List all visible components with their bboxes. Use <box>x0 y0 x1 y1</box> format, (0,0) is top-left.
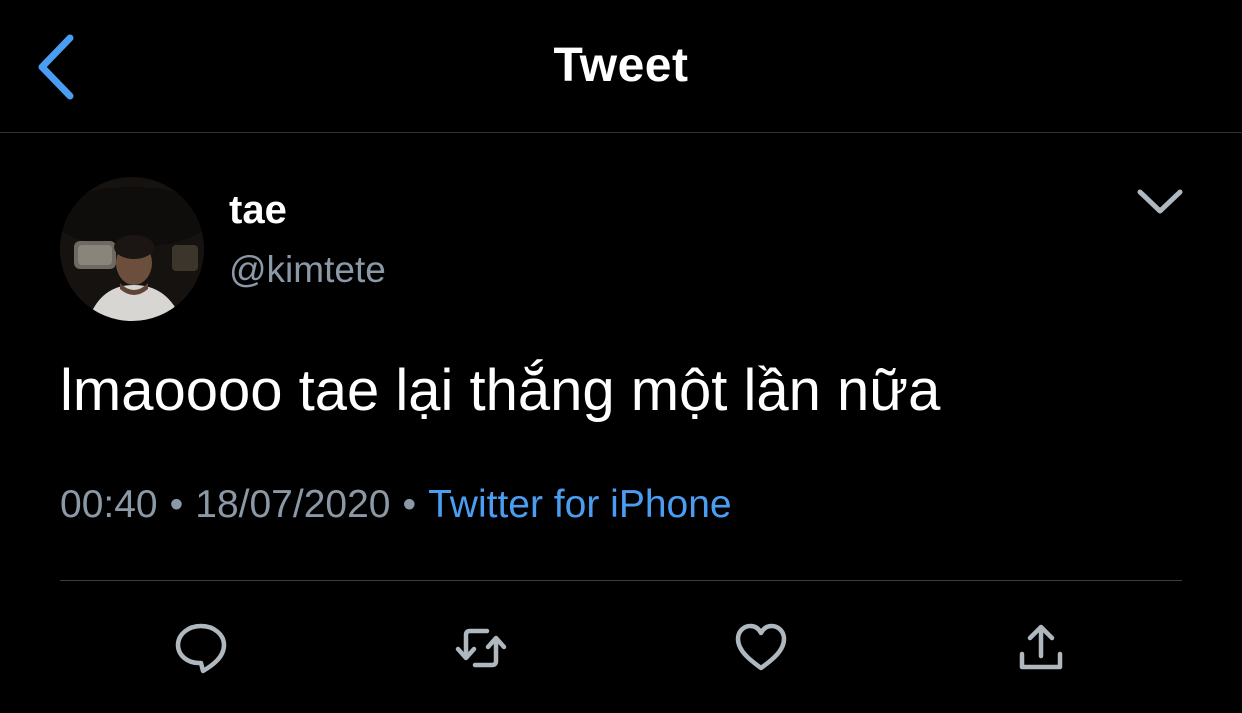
separator-dot: • <box>169 483 184 526</box>
divider <box>60 580 1182 581</box>
top-nav-bar: Tweet <box>0 0 1242 133</box>
reply-button[interactable] <box>173 620 229 676</box>
tweet-time: 00:40 <box>60 483 158 526</box>
tweet-metadata: 00:40 • 18/07/2020 • Twitter for iPhone <box>60 483 732 527</box>
like-button[interactable] <box>733 620 789 676</box>
share-icon <box>1019 624 1063 670</box>
profile-photo <box>60 177 204 321</box>
share-button[interactable] <box>1013 620 1069 676</box>
heart-icon <box>735 623 787 671</box>
tweet-date: 18/07/2020 <box>195 483 391 526</box>
tweet-source-link[interactable]: Twitter for iPhone <box>428 483 731 526</box>
author-display-name[interactable]: tae <box>229 188 287 233</box>
tweet-detail-screen: Tweet tae @kimtete lmaoooo tae lại thắng… <box>0 0 1242 713</box>
retweet-icon <box>455 628 507 668</box>
more-options-button[interactable] <box>1132 180 1188 224</box>
avatar[interactable] <box>60 177 204 321</box>
tweet-text: lmaoooo tae lại thắng một lần nữa <box>60 358 941 423</box>
separator-dot: • <box>402 483 417 526</box>
chevron-down-icon <box>1137 189 1183 214</box>
reply-icon <box>175 623 227 674</box>
retweet-button[interactable] <box>453 620 509 676</box>
author-handle[interactable]: @kimtete <box>229 249 386 291</box>
page-title: Tweet <box>553 39 689 92</box>
